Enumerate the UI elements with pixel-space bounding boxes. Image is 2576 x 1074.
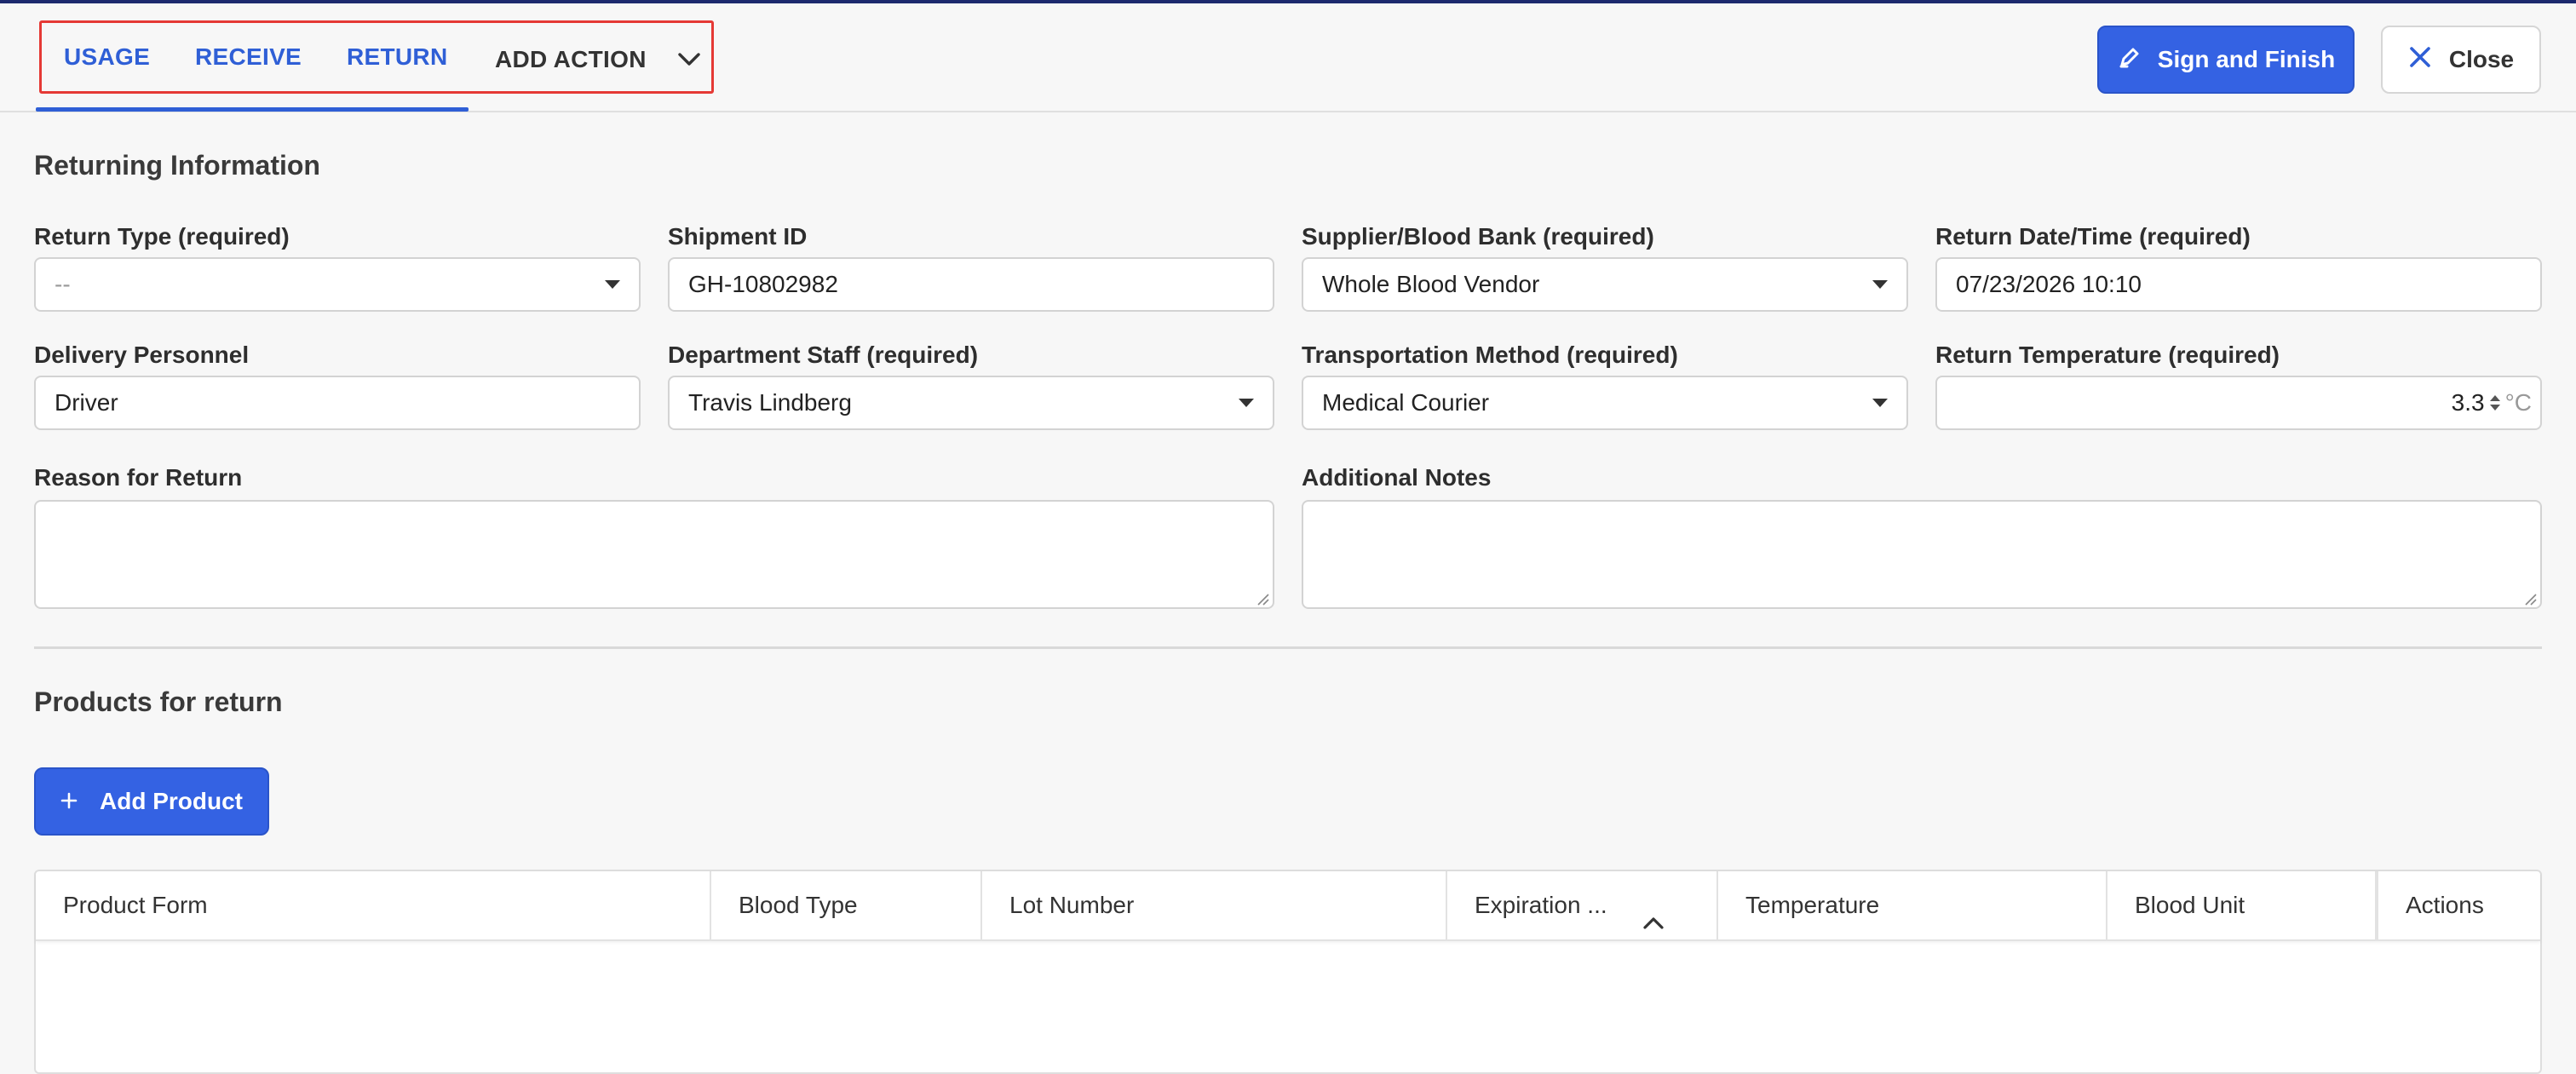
close-icon (2408, 45, 2432, 75)
transport-method-label: Transportation Method (required) (1302, 342, 1678, 368)
return-type-label: Return Type (required) (34, 223, 290, 250)
supplier-label: Supplier/Blood Bank (required) (1302, 223, 1654, 250)
department-staff-select[interactable]: Travis Lindberg (668, 376, 1274, 430)
close-button[interactable]: Close (2381, 26, 2541, 94)
products-for-return-title: Products for return (34, 686, 283, 717)
delivery-personnel-label: Delivery Personnel (34, 342, 250, 368)
column-header-blood-type[interactable]: Blood Type (711, 871, 982, 939)
department-staff-label: Department Staff (required) (668, 342, 979, 368)
table-header: Product Form Blood Type Lot Number Expir… (36, 871, 2540, 941)
supplier-value: Whole Blood Vendor (1322, 271, 1540, 297)
return-type-select[interactable]: -- (34, 257, 641, 312)
chevron-up-icon[interactable] (1642, 893, 1665, 929)
notes-label: Additional Notes (1302, 464, 1492, 491)
action-header: USAGE RECEIVE RETURN ADD ACTION Sign and… (0, 3, 2576, 112)
plus-icon (60, 788, 78, 815)
tab-return[interactable]: RETURN (347, 23, 447, 96)
dropdown-caret-icon (1872, 399, 1888, 407)
section-divider (34, 646, 2542, 649)
column-header-expiration[interactable]: Expiration ... (1447, 871, 1718, 939)
temperature-unit: °C (2504, 389, 2532, 416)
sign-and-finish-button[interactable]: Sign and Finish (2097, 26, 2355, 94)
resize-grip-icon[interactable] (1256, 592, 1269, 606)
column-header-temperature[interactable]: Temperature (1718, 871, 2107, 939)
returning-information-title: Returning Information (34, 150, 320, 181)
chevron-down-icon (672, 43, 706, 77)
return-temperature-input[interactable]: 3.3 °C (1935, 376, 2542, 430)
return-datetime-label: Return Date/Time (required) (1935, 223, 2251, 250)
column-header-expiration-label: Expiration ... (1475, 892, 1607, 918)
tab-add-action[interactable]: ADD ACTION (495, 23, 706, 96)
return-temperature-label: Return Temperature (required) (1935, 342, 2280, 368)
shipment-id-input[interactable]: GH-10802982 (668, 257, 1274, 312)
notes-textarea[interactable] (1302, 500, 2542, 609)
tab-receive[interactable]: RECEIVE (195, 23, 302, 96)
products-table: Product Form Blood Type Lot Number Expir… (34, 870, 2542, 1074)
dropdown-caret-icon (605, 280, 620, 289)
pencil-icon (2117, 44, 2142, 76)
return-datetime-value: 07/23/2026 10:10 (1956, 271, 2142, 297)
add-product-label: Add Product (100, 788, 243, 814)
column-header-blood-unit[interactable]: Blood Unit (2107, 871, 2378, 939)
delivery-personnel-input[interactable]: Driver (34, 376, 641, 430)
close-label: Close (2448, 46, 2515, 72)
column-header-actions: Actions (2406, 892, 2484, 918)
transport-method-value: Medical Courier (1322, 389, 1490, 416)
add-product-button[interactable]: Add Product (34, 767, 269, 836)
dropdown-caret-icon (1872, 280, 1888, 289)
return-temperature-value: 3.3 (2451, 389, 2485, 416)
tab-group: USAGE RECEIVE RETURN ADD ACTION (39, 20, 714, 94)
department-staff-value: Travis Lindberg (688, 389, 852, 416)
return-type-value: -- (55, 271, 71, 297)
tab-usage[interactable]: USAGE (64, 23, 150, 96)
reason-label: Reason for Return (34, 464, 243, 491)
resize-grip-icon[interactable] (2523, 592, 2537, 606)
dropdown-caret-icon (1239, 399, 1254, 407)
shipment-id-value: GH-10802982 (688, 271, 838, 297)
sign-and-finish-label: Sign and Finish (2157, 46, 2336, 72)
active-tab-indicator (36, 107, 469, 112)
supplier-select[interactable]: Whole Blood Vendor (1302, 257, 1908, 312)
delivery-personnel-value: Driver (55, 389, 118, 416)
number-spinner-icon[interactable] (2489, 395, 2500, 411)
shipment-id-label: Shipment ID (668, 223, 808, 250)
transport-method-select[interactable]: Medical Courier (1302, 376, 1908, 430)
column-header-product-form[interactable]: Product Form (36, 871, 711, 939)
return-datetime-input[interactable]: 07/23/2026 10:10 (1935, 257, 2542, 312)
tab-add-action-label: ADD ACTION (495, 46, 647, 72)
column-header-lot-number[interactable]: Lot Number (982, 871, 1447, 939)
reason-textarea[interactable] (34, 500, 1274, 609)
